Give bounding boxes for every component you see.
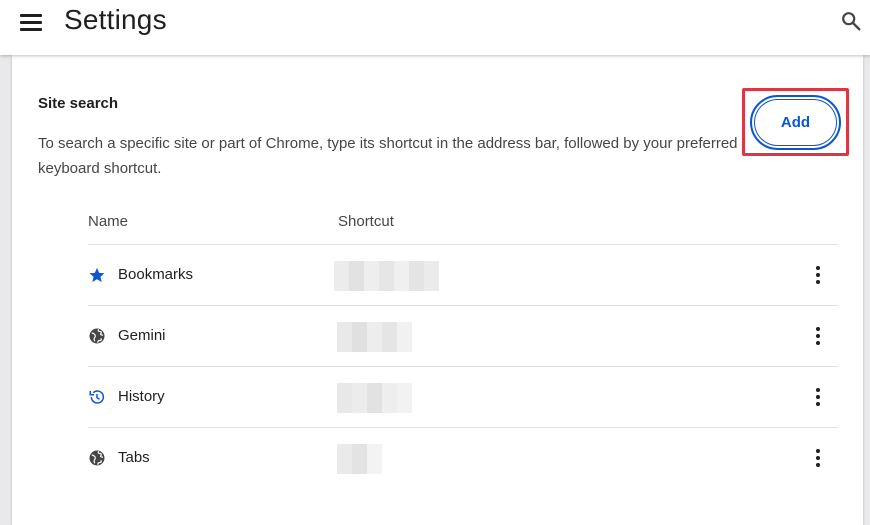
add-button[interactable]: Add	[750, 95, 841, 150]
globe-icon	[88, 449, 106, 467]
table-row[interactable]: History	[88, 367, 838, 428]
more-options-icon[interactable]	[812, 446, 824, 470]
more-options-icon[interactable]	[812, 324, 824, 348]
shortcut-redacted	[337, 383, 412, 413]
shortcuts-table: Name Shortcut Bookmarks Gemini History T…	[88, 200, 838, 489]
row-name: History	[118, 388, 165, 405]
row-name: Gemini	[118, 327, 166, 344]
page-title: Settings	[64, 4, 167, 35]
more-options-icon[interactable]	[812, 385, 824, 409]
shortcut-redacted	[337, 444, 382, 474]
hamburger-menu-icon[interactable]	[20, 10, 46, 34]
table-row[interactable]: Gemini	[88, 306, 838, 367]
section-title: Site search	[38, 95, 119, 112]
star-icon	[88, 266, 106, 284]
history-icon	[88, 388, 106, 406]
top-bar: Settings	[0, 0, 870, 55]
column-header-name: Name	[88, 213, 129, 230]
table-row[interactable]: Bookmarks	[88, 245, 838, 306]
shortcut-redacted	[337, 322, 412, 352]
row-name: Tabs	[118, 449, 150, 466]
globe-icon	[88, 327, 106, 345]
table-row[interactable]: Tabs	[88, 428, 838, 489]
table-header: Name Shortcut	[88, 200, 838, 245]
search-icon[interactable]	[840, 10, 862, 32]
shortcut-redacted	[334, 261, 439, 291]
row-name: Bookmarks	[118, 266, 194, 283]
column-header-shortcut: Shortcut	[338, 213, 394, 230]
more-options-icon[interactable]	[812, 263, 824, 287]
site-search-card: Site search To search a specific site or…	[12, 55, 863, 525]
section-description: To search a specific site or part of Chr…	[38, 135, 738, 177]
